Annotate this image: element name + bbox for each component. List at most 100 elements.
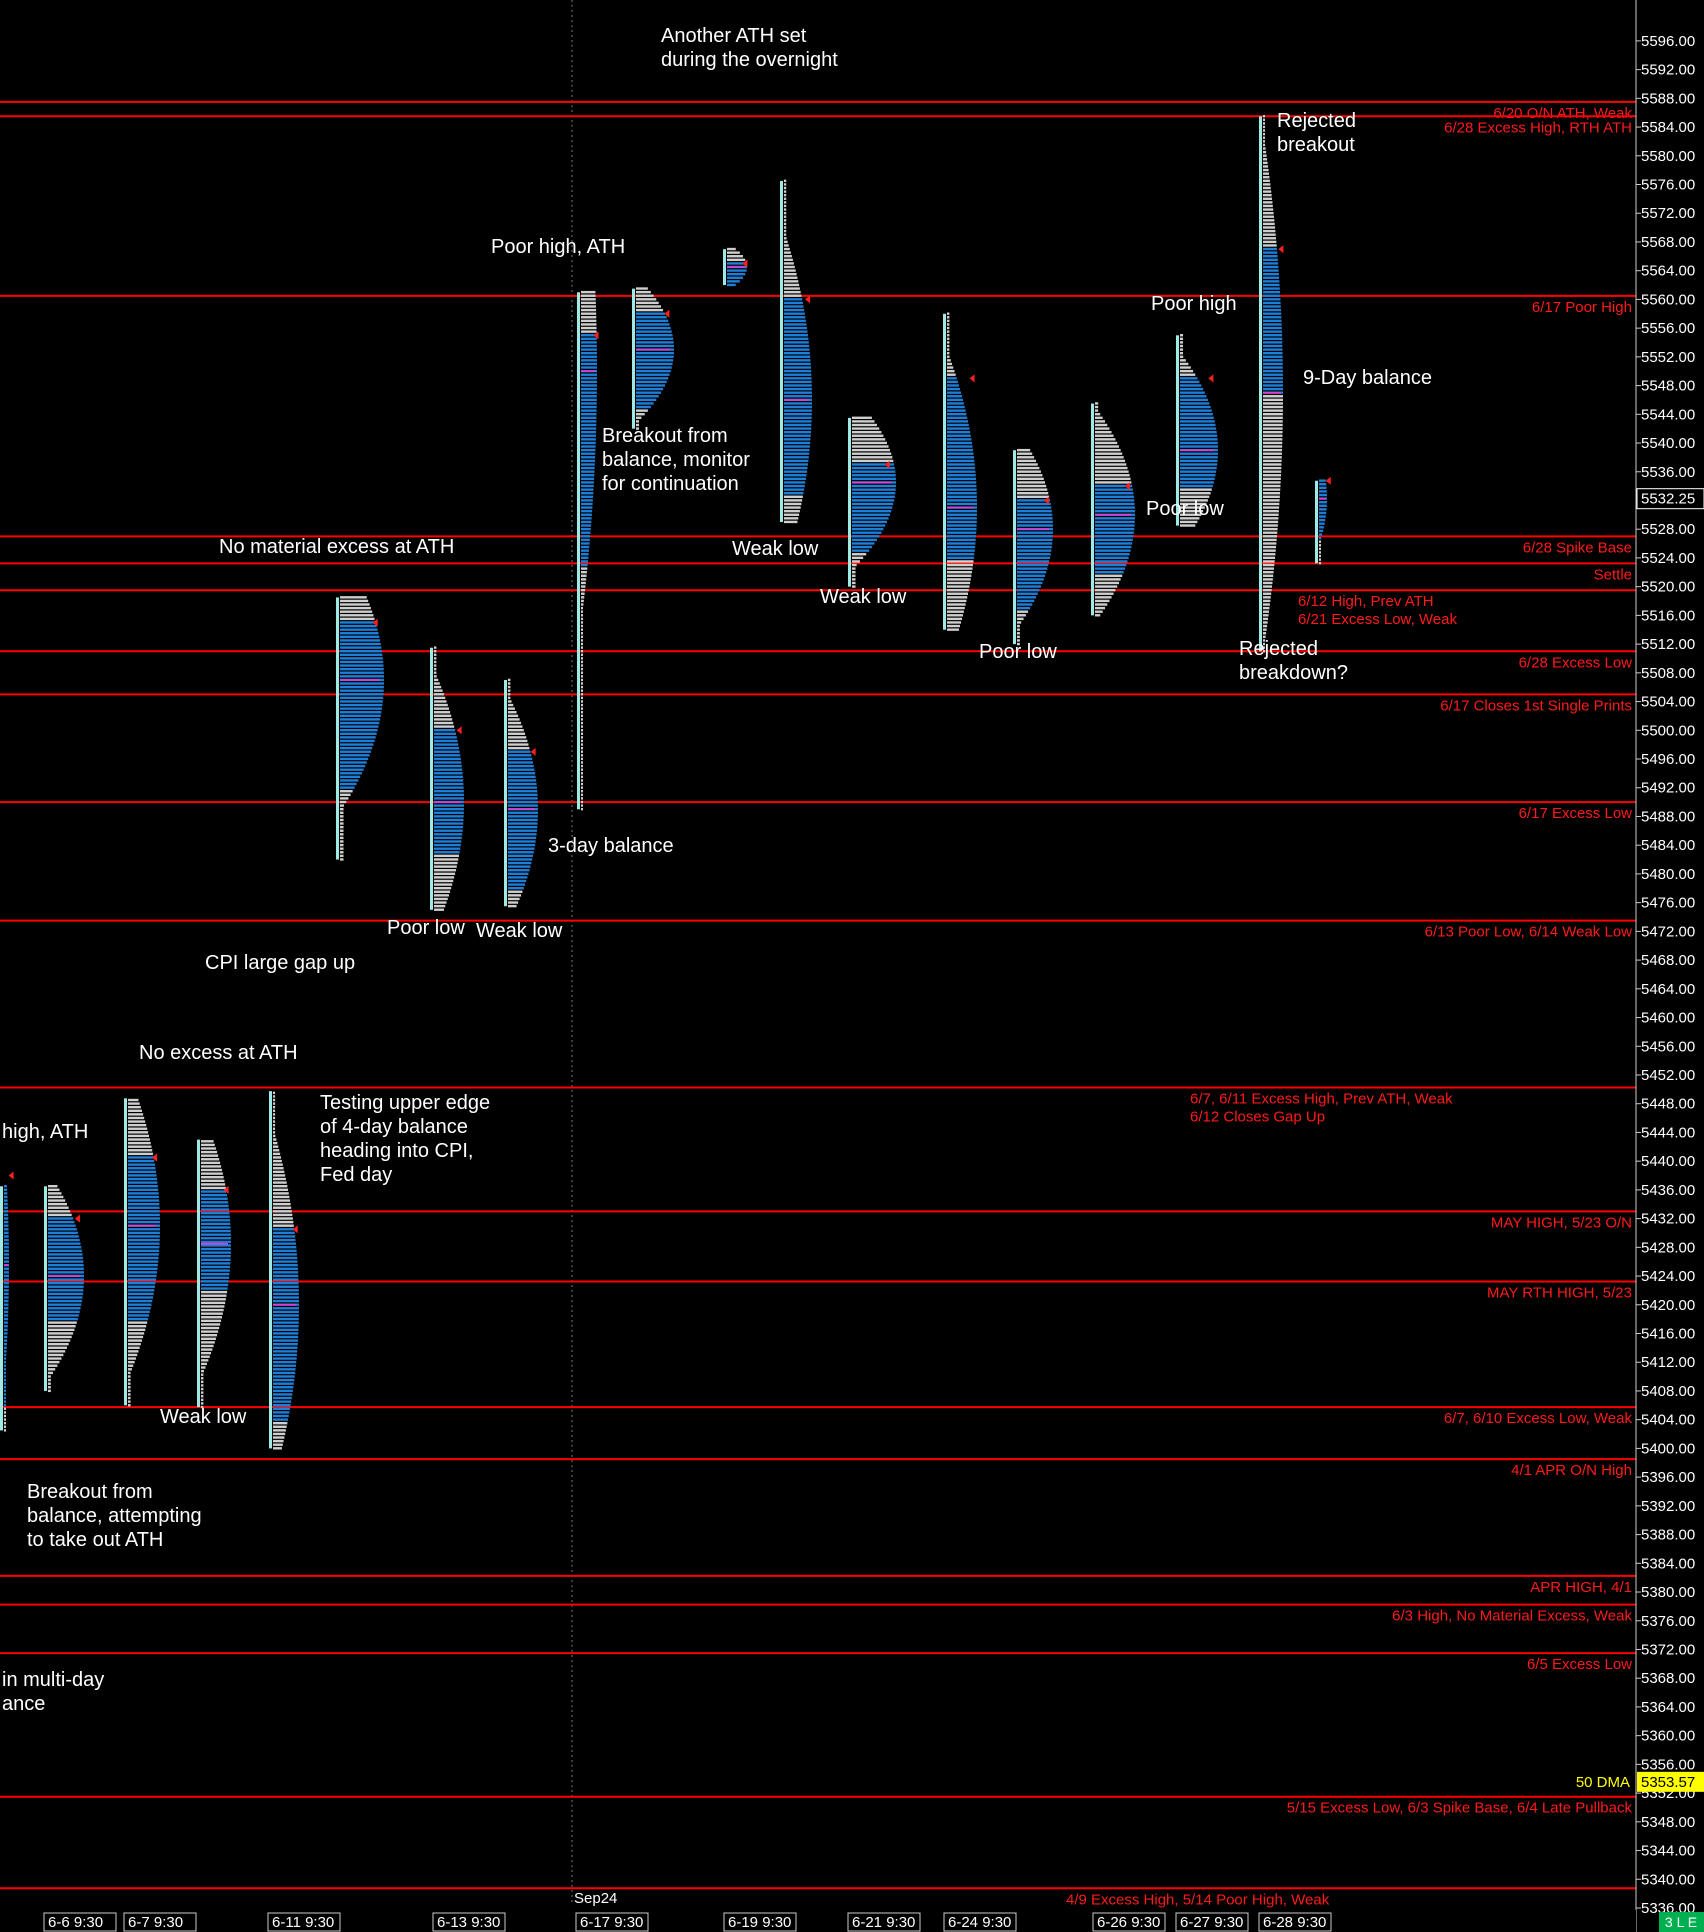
profile-bar bbox=[852, 542, 875, 545]
profile-bar bbox=[273, 1263, 298, 1267]
profile-bar bbox=[340, 657, 383, 660]
profile-bar bbox=[581, 603, 584, 606]
profile-bar bbox=[48, 1253, 83, 1256]
profile-bar bbox=[784, 373, 812, 376]
profile-bar bbox=[581, 797, 583, 800]
profile-bar bbox=[434, 743, 459, 746]
profile-bar bbox=[727, 258, 746, 262]
date-axis[interactable]: Sep246-6 9:30 6-7 9:30 6-11 9:30 6-13 9:30 6… bbox=[0, 1890, 1636, 1932]
profile-bar bbox=[1263, 499, 1280, 502]
profile-bar bbox=[1263, 208, 1274, 211]
profile-bar bbox=[1319, 558, 1321, 561]
profile-bar bbox=[128, 1163, 155, 1166]
profile-bar bbox=[581, 423, 597, 427]
profile-bar bbox=[636, 369, 671, 373]
profile-bar bbox=[636, 387, 664, 391]
profile-bar bbox=[1095, 545, 1132, 549]
profile-bar bbox=[947, 524, 977, 527]
profile-bar bbox=[508, 861, 532, 865]
price-axis[interactable]: 5336.005340.005344.005348.005352.005356.… bbox=[1576, 0, 1704, 1932]
price-tick-label: 5508.00 bbox=[1641, 665, 1695, 682]
profile-bar bbox=[340, 621, 376, 624]
price-tick-label: 5444.00 bbox=[1641, 1124, 1695, 1141]
annotation-text: No excess at ATH bbox=[139, 1042, 298, 1064]
profile-bar bbox=[1095, 438, 1116, 441]
profile-bar bbox=[128, 1364, 134, 1367]
profile-bar bbox=[128, 1192, 159, 1195]
profile-bar bbox=[784, 323, 807, 326]
price-tick-label: 5564.00 bbox=[1641, 263, 1695, 280]
profile-bar bbox=[434, 750, 460, 753]
profile-bar bbox=[508, 883, 526, 886]
annotation-text: Breakout from bbox=[602, 425, 728, 447]
profile-bar bbox=[340, 642, 381, 646]
profile-bar bbox=[947, 614, 963, 617]
annotations: Another ATH setduring the overnightRejec… bbox=[2, 25, 1432, 1715]
profile-bar bbox=[784, 366, 811, 369]
profile-bar bbox=[1017, 481, 1046, 484]
profile-bar bbox=[273, 1220, 294, 1224]
profile-bar bbox=[434, 908, 444, 911]
profile-spine bbox=[780, 180, 783, 523]
profile-bar bbox=[434, 728, 456, 732]
profile-bar bbox=[784, 441, 811, 445]
price-tick-label: 5596.00 bbox=[1641, 33, 1695, 50]
close-marker bbox=[1278, 245, 1284, 254]
profile-bar bbox=[1017, 506, 1052, 509]
profile-bar bbox=[340, 606, 371, 610]
profile-bar bbox=[1180, 369, 1194, 373]
profile-bar bbox=[1263, 298, 1281, 301]
profile-bar bbox=[128, 1310, 150, 1314]
profile-bar bbox=[434, 714, 452, 718]
price-tick-label: 5568.00 bbox=[1641, 234, 1695, 251]
profile-bar bbox=[947, 452, 974, 455]
profile-bar bbox=[508, 876, 528, 879]
profile-bar bbox=[1319, 547, 1321, 551]
profile-bar bbox=[1095, 606, 1106, 610]
profile-bar bbox=[581, 624, 583, 628]
profile-bar bbox=[1263, 585, 1273, 588]
profile-bar bbox=[636, 398, 657, 402]
profile-bar bbox=[852, 513, 890, 516]
profile-bar bbox=[1017, 596, 1037, 599]
profile-bar bbox=[48, 1184, 58, 1188]
profile-bar bbox=[48, 1342, 69, 1346]
price-tick-label: 5576.00 bbox=[1641, 177, 1695, 194]
profile-bar bbox=[1263, 588, 1272, 592]
profile-bar bbox=[581, 700, 583, 703]
profile-bar bbox=[340, 596, 367, 599]
profile-bar bbox=[273, 1393, 293, 1396]
profile-bar bbox=[4, 1335, 8, 1339]
profile-bar bbox=[48, 1357, 62, 1360]
profile-bar bbox=[340, 761, 367, 764]
profile-bar bbox=[128, 1342, 141, 1346]
profile-bar bbox=[508, 843, 536, 847]
profile-bar bbox=[128, 1278, 157, 1281]
price-tick-label: 5340.00 bbox=[1641, 1871, 1695, 1888]
profile-bar bbox=[1017, 621, 1022, 624]
profile-bar bbox=[581, 355, 597, 358]
annotation-text: Weak low bbox=[820, 586, 907, 608]
profile-bar bbox=[1263, 448, 1283, 452]
profile-bar bbox=[784, 233, 787, 236]
profile-bar bbox=[1180, 387, 1204, 391]
profile-bar bbox=[508, 754, 532, 757]
profile-bar bbox=[947, 413, 967, 416]
profile-bar bbox=[1180, 520, 1198, 524]
level-label: 6/21 Excess Low, Weak bbox=[1298, 611, 1457, 628]
profile-bar bbox=[581, 768, 583, 771]
profile-bar bbox=[434, 657, 437, 660]
profile-bar bbox=[784, 344, 810, 348]
profile-bar bbox=[1319, 479, 1326, 482]
profile-bar bbox=[636, 326, 671, 330]
profile-bar bbox=[128, 1213, 160, 1217]
annotation-text: breakdown? bbox=[1239, 662, 1348, 684]
price-tick-label: 5408.00 bbox=[1641, 1383, 1695, 1400]
profile-bar bbox=[128, 1149, 153, 1152]
profile-bar bbox=[508, 707, 515, 710]
profile-bar bbox=[273, 1321, 299, 1324]
profile bbox=[269, 1091, 299, 1450]
profile-bar bbox=[4, 1321, 8, 1324]
profile-bar bbox=[201, 1283, 229, 1287]
profile-bar bbox=[1095, 413, 1101, 416]
